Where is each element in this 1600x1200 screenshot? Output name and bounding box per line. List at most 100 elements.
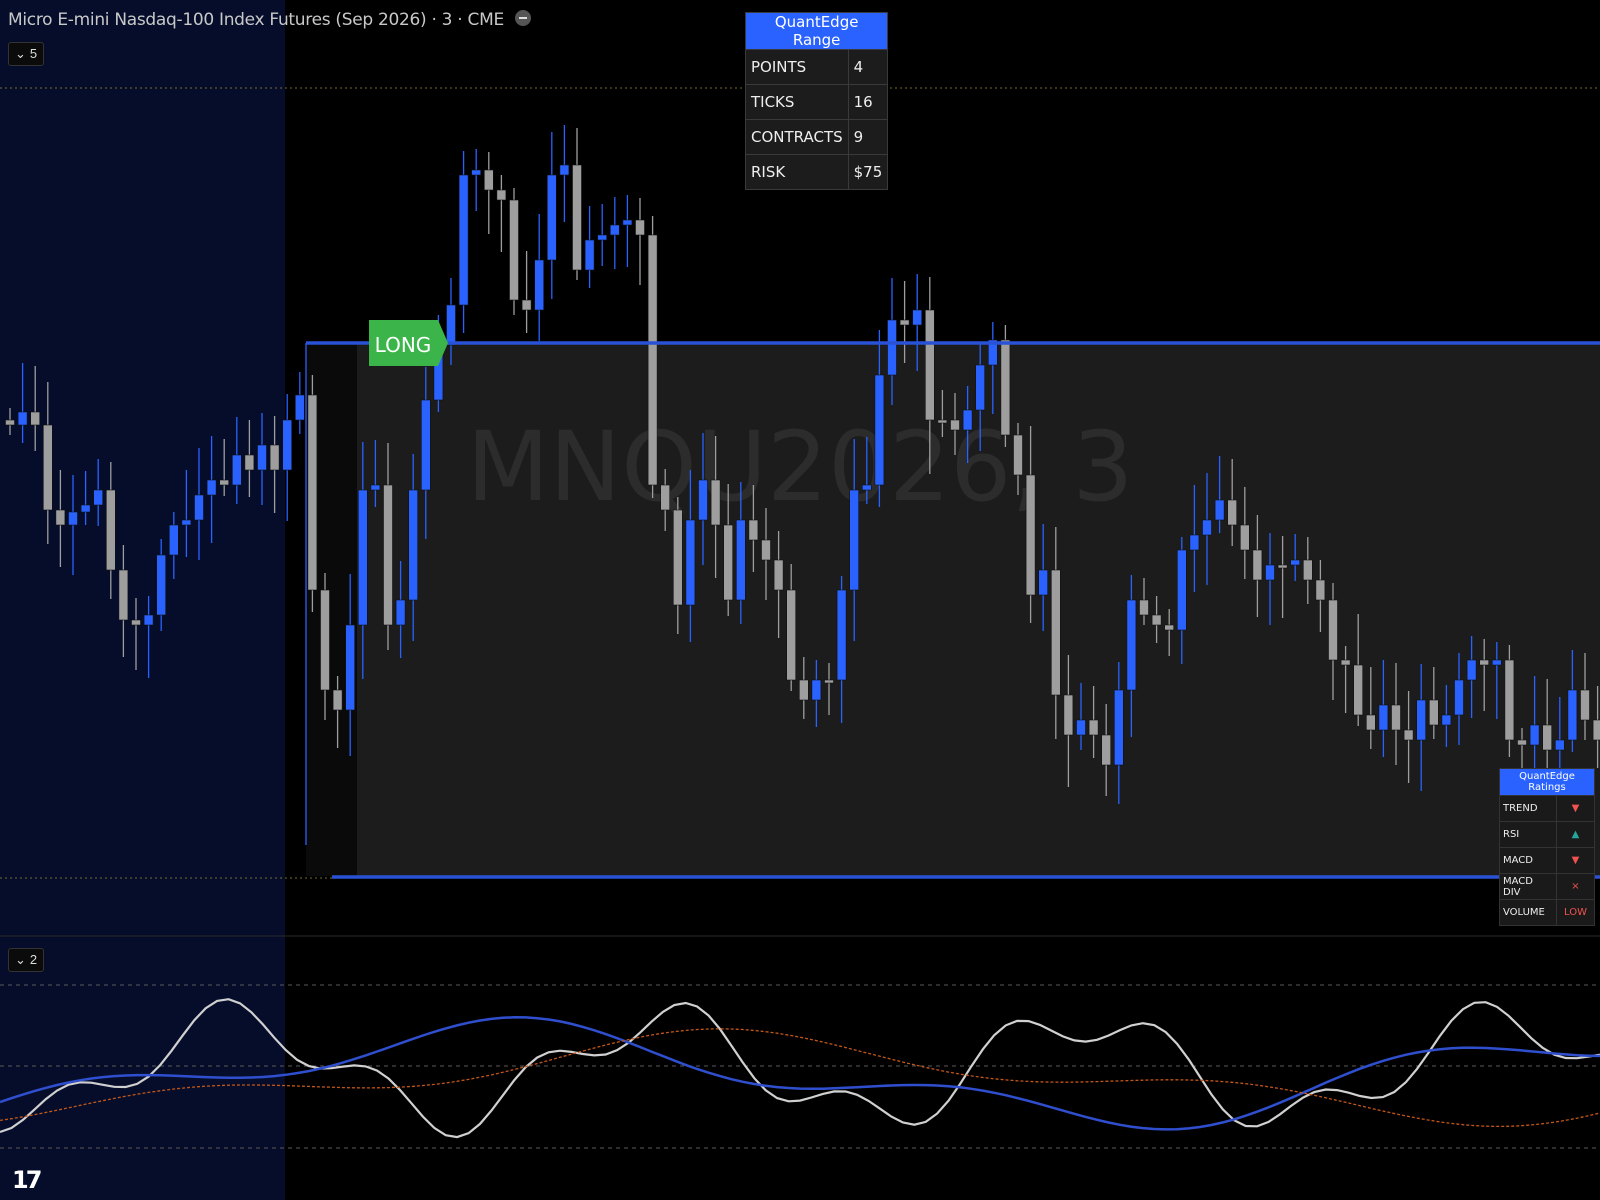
candle-body [446,304,456,346]
candle-body [257,444,267,471]
hide-series-button[interactable] [515,10,531,26]
candle-body [1378,704,1389,731]
range-row-value: 16 [847,84,889,120]
candle-body [773,559,784,591]
ratings-table-title: QuantEdge Ratings [1499,768,1595,796]
candle-body [534,259,545,311]
range-row-value: $75 [847,154,889,190]
candle-body [559,164,570,176]
rating-label: MACD [1499,847,1557,874]
candle-body [887,319,897,376]
candle-body [1114,689,1124,766]
candle-body [1592,719,1600,741]
long-signal-label: LONG [375,333,432,357]
chevron-down-icon: ⌄ [15,952,26,967]
candle-body [68,511,78,526]
candle-body [370,484,381,491]
candle-body [597,234,608,241]
candle-body [1051,569,1061,696]
candle-body [786,589,797,681]
candle-body [660,484,671,511]
candle-body [320,589,330,691]
candle-body [219,479,229,486]
candle-body [206,479,217,496]
rating-value: LOW [1556,899,1595,926]
candle-body [1214,499,1225,521]
candle-body [17,411,28,426]
main-pane-indicator-count: 5 [29,46,38,61]
candle-body [1353,664,1363,716]
candle-body [458,174,469,306]
candle-body [572,164,582,271]
candle-body [332,689,343,711]
candle-body [1403,729,1414,741]
candle-body [169,524,179,556]
range-row-label: POINTS [745,49,849,85]
rating-label: VOLUME [1499,899,1557,926]
candle-body [181,519,192,526]
candle-body [899,319,910,326]
candle-body [761,539,771,561]
candle-body [1088,719,1099,736]
range-row-label: RISK [745,154,849,190]
candle-body [950,419,960,431]
tradingview-logo[interactable]: 17 [12,1166,42,1194]
candle-body [1101,734,1111,766]
symbol-title: Micro E-mini Nasdaq-100 Index Futures (S… [8,10,531,30]
candle-body [1391,704,1401,731]
candle-body [1328,599,1338,661]
chevron-down-icon: ⌄ [15,46,26,61]
candle-body [836,589,847,681]
candle-body [811,679,822,701]
rating-value: × [1556,873,1595,900]
candle-body [962,409,973,431]
candle-body [1000,339,1011,436]
candle-body [1038,569,1048,596]
candle-body [1076,719,1086,736]
candle-body [609,224,620,236]
quantedge-range-table: QuantEdge Range POINTS 4 TICKS 16 CONTRACT… [744,12,889,190]
candle-body [143,614,154,626]
range-row-value: 4 [847,49,889,85]
range-row-label: TICKS [745,84,849,120]
candle-body [1466,659,1477,681]
rating-label: TREND [1499,795,1557,822]
main-pane-collapse-button[interactable]: ⌄ 5 [8,42,45,66]
range-row-label: CONTRACTS [745,119,849,155]
candle-body [232,454,242,486]
candle-body [194,494,204,521]
candle-body [672,509,683,606]
candle-body [1240,524,1250,551]
candle-body [723,524,734,601]
candle-body [282,419,293,471]
candle-body [1567,689,1578,741]
osc-pane-collapse-button[interactable]: ⌄ 2 [8,948,45,972]
candle-body [1340,659,1351,666]
rating-value: ▲ [1556,821,1595,848]
candle-body [1227,499,1237,526]
candle-body [93,489,103,506]
candle-body [496,189,507,201]
candle-body [546,174,557,261]
candle-body [584,239,595,271]
candle-body [924,309,935,421]
candle-body [1542,724,1552,751]
rating-value: ▼ [1556,847,1595,874]
candle-body [1492,659,1502,666]
candle-body [710,479,721,526]
rating-label: MACD DIV [1499,873,1557,900]
session-background [0,0,285,1200]
candle-body [1265,564,1275,581]
candle-body [1189,534,1200,551]
symbol-title-text: Micro E-mini Nasdaq-100 Index Futures (S… [8,10,504,30]
candle-body [1555,739,1565,751]
candle-body [1151,614,1162,626]
candle-body [118,569,129,621]
candle-body [1366,714,1376,731]
candle-body [131,619,141,626]
candle-body [357,489,368,626]
candle-body [849,489,860,591]
candle-body [975,364,986,411]
candle-body [1126,599,1137,691]
candle-body [1479,659,1489,666]
